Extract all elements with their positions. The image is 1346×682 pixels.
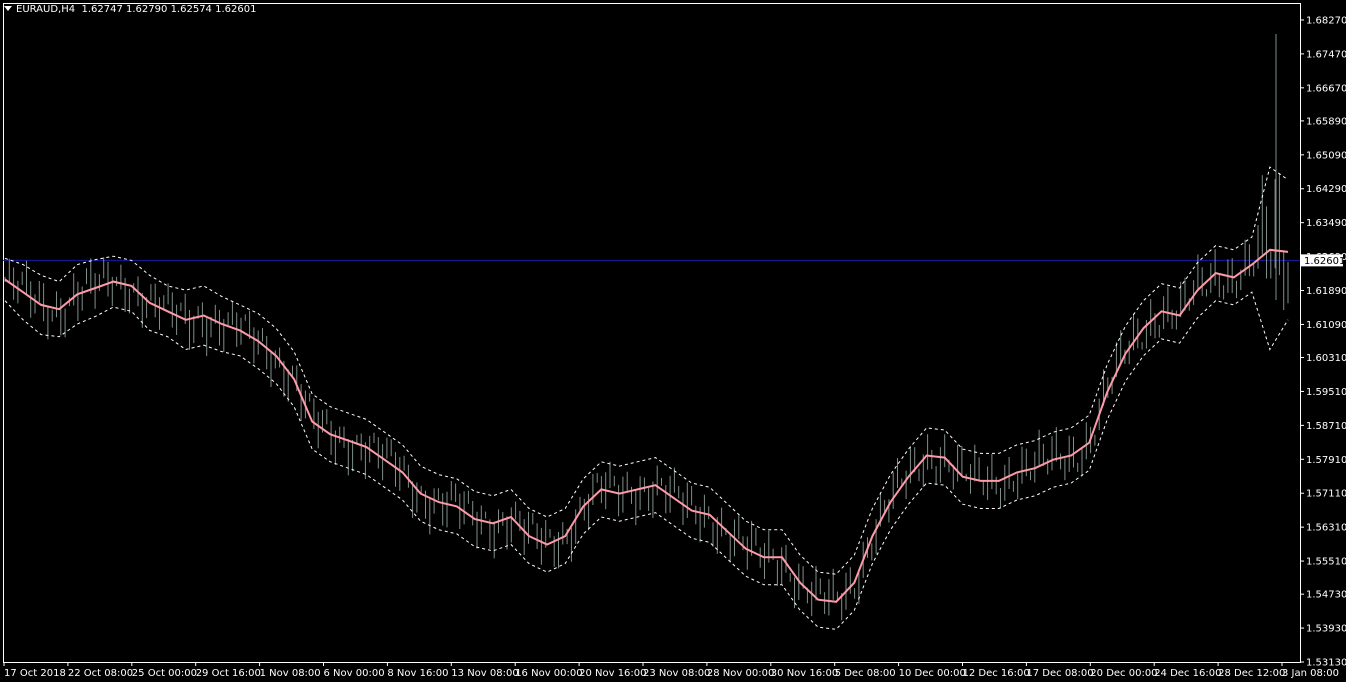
symbol-label: EURAUD,H4 <box>16 4 76 15</box>
y-tick-label: 1.57910 <box>1306 455 1346 466</box>
x-tick-label: 5 Dec 08:00 <box>835 668 896 679</box>
x-tick-label: 28 Nov 00:00 <box>707 668 774 679</box>
x-tick-label: 29 Oct 16:00 <box>196 668 261 679</box>
y-tick-label: 1.63490 <box>1306 218 1346 229</box>
x-tick-label: 30 Nov 16:00 <box>771 668 838 679</box>
current-price-label: 1.62601 <box>1304 256 1345 267</box>
x-tick-label: 3 Jan 08:00 <box>1282 668 1339 679</box>
x-tick-label: 25 Oct 00:00 <box>132 668 197 679</box>
upper-band-line <box>4 166 1289 575</box>
x-tick-label: 17 Oct 2018 <box>4 668 66 679</box>
x-tick-label: 6 Nov 00:00 <box>324 668 385 679</box>
x-tick-label: 24 Dec 16:00 <box>1154 668 1221 679</box>
x-tick-label: 22 Oct 08:00 <box>68 668 133 679</box>
close-price: 1.62601 <box>215 4 257 15</box>
y-tick-label: 1.58710 <box>1306 421 1346 432</box>
open-price: 1.62747 <box>81 4 123 15</box>
chart-header: EURAUD,H4 1.62747 1.62790 1.62574 1.6260… <box>4 3 256 17</box>
y-tick-label: 1.67470 <box>1306 49 1346 60</box>
x-tick-label: 20 Dec 00:00 <box>1090 668 1157 679</box>
y-tick-label: 1.57110 <box>1306 489 1346 500</box>
ohlc-bars <box>4 173 1289 621</box>
x-tick-label: 28 Dec 12:00 <box>1218 668 1285 679</box>
y-tick-label: 1.53930 <box>1306 624 1346 635</box>
high-price: 1.62790 <box>126 4 168 15</box>
x-tick-label: 13 Nov 08:00 <box>451 668 518 679</box>
y-tick-label: 1.65890 <box>1306 116 1346 127</box>
x-tick-label: 17 Dec 08:00 <box>1026 668 1093 679</box>
y-tick-label: 1.64290 <box>1306 184 1346 195</box>
y-tick-label: 1.59510 <box>1306 387 1346 398</box>
lower-band-line <box>4 291 1289 630</box>
price-chart[interactable]: 1.68270 1.67470 1.66670 1.65890 1.65090 1.642… <box>0 0 1346 682</box>
low-price: 1.62574 <box>170 4 212 15</box>
y-tick-label: 1.65090 <box>1306 150 1346 161</box>
y-tick-label: 1.54730 <box>1306 590 1346 601</box>
x-tick-label: 10 Dec 00:00 <box>899 668 966 679</box>
y-tick-label: 1.55510 <box>1306 557 1346 568</box>
y-tick-label: 1.60310 <box>1306 353 1346 364</box>
chart-window: EURAUD,H4 1.62747 1.62790 1.62574 1.6260… <box>0 0 1346 682</box>
x-tick-label: 1 Nov 08:00 <box>260 668 321 679</box>
y-tick-label: 1.66670 <box>1306 83 1346 94</box>
y-tick-label: 1.56310 <box>1306 523 1346 534</box>
y-tick-label: 1.61890 <box>1306 286 1346 297</box>
moving-average-line <box>4 248 1289 603</box>
x-tick-label: 8 Nov 16:00 <box>387 668 448 679</box>
x-tick-label: 20 Nov 16:00 <box>579 668 646 679</box>
y-tick-label: 1.68270 <box>1306 15 1346 26</box>
y-tick-label: 1.61090 <box>1306 320 1346 331</box>
chart-menu-triangle-icon[interactable] <box>4 5 12 11</box>
x-tick-label: 16 Nov 00:00 <box>515 668 582 679</box>
x-tick-label: 12 Dec 16:00 <box>963 668 1030 679</box>
x-tick-label: 23 Nov 08:00 <box>643 668 710 679</box>
plot-frame <box>3 3 1301 663</box>
y-tick-label: 1.53130 <box>1306 658 1346 669</box>
